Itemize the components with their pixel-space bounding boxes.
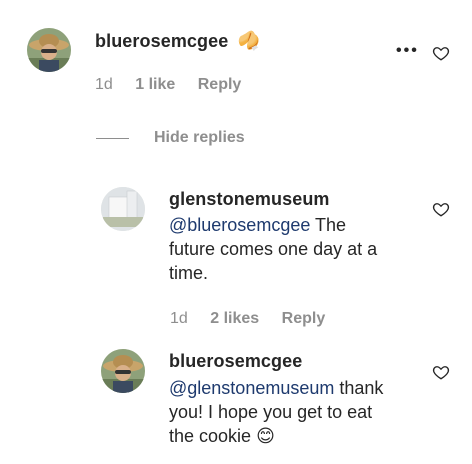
mention-link[interactable]: @glenstonemuseum <box>169 378 334 398</box>
avatar-bluerosemcgee[interactable] <box>101 349 145 393</box>
hide-replies-divider <box>96 138 129 139</box>
smiling-face-emoji: 😊 <box>256 426 275 446</box>
reply-text-line3: the cookie <box>169 426 252 446</box>
avatar-image <box>101 187 145 231</box>
reply-username[interactable]: bluerosemcgee <box>169 351 302 372</box>
fortune-cookie-emoji: 🥠 <box>237 31 260 51</box>
comment-reply-button[interactable]: Reply <box>198 76 242 93</box>
reply-text: @glenstonemuseum thank you! I hope you g… <box>169 376 419 448</box>
more-options-icon[interactable]: ••• <box>396 42 419 60</box>
reply-time: 1d <box>170 310 188 327</box>
heart-outline-icon[interactable] <box>432 44 450 62</box>
comment-likes[interactable]: 1 like <box>135 76 175 93</box>
username-text[interactable]: bluerosemcgee <box>95 31 228 51</box>
reply-username[interactable]: glenstonemuseum <box>169 189 330 210</box>
reply-text-line1: The <box>310 215 347 235</box>
comment-username[interactable]: bluerosemcgee 🥠 <box>95 31 260 52</box>
comment-meta: 1d 1 like Reply <box>95 76 241 94</box>
avatar-glenstonemuseum[interactable] <box>101 187 145 231</box>
hide-replies-label: Hide replies <box>154 129 245 146</box>
avatar-image <box>27 28 71 72</box>
heart-outline-icon[interactable] <box>432 200 450 218</box>
reply-text-line3: time. <box>169 263 209 283</box>
reply-likes[interactable]: 2 likes <box>210 310 259 327</box>
comment-time: 1d <box>95 76 113 93</box>
reply-meta: 1d 2 likes Reply <box>170 310 325 328</box>
heart-outline-icon[interactable] <box>432 363 450 381</box>
reply-text-line2: you! I hope you get to eat <box>169 402 373 422</box>
reply-text-line2: future comes one day at a <box>169 239 378 259</box>
reply-text-line1: thank <box>334 378 384 398</box>
hide-replies-button[interactable]: Hide replies <box>154 129 245 147</box>
reply-text: @bluerosemcgee The future comes one day … <box>169 213 419 285</box>
avatar-image <box>101 349 145 393</box>
avatar-bluerosemcgee[interactable] <box>27 28 71 72</box>
mention-link[interactable]: @bluerosemcgee <box>169 215 310 235</box>
reply-reply-button[interactable]: Reply <box>282 310 326 327</box>
